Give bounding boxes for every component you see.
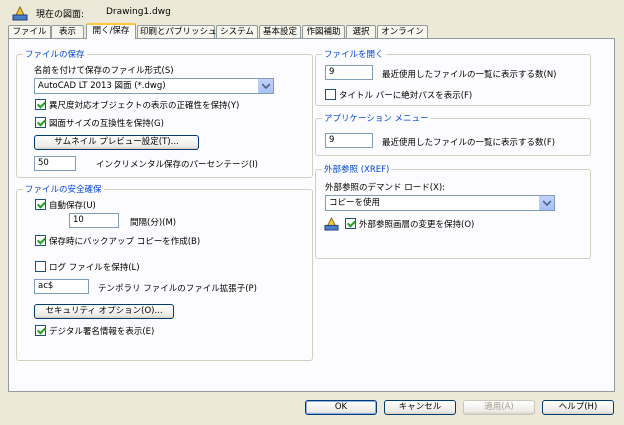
app-menu-recent-input[interactable]: 9 — [325, 133, 373, 148]
tab-display[interactable]: 表示 — [51, 25, 84, 38]
apply-button[interactable]: 適用(A) — [463, 400, 535, 415]
help-button[interactable]: ヘルプ(H) — [542, 400, 614, 415]
current-drawing-value: Drawing1.dwg — [106, 7, 171, 17]
app-menu-recent-label: 最近使用したファイルの一覧に表示する数(F) — [382, 138, 556, 148]
autosave-interval-label: 間隔(分)(M) — [130, 218, 177, 228]
tab-user-preferences[interactable]: 基本設定 — [259, 25, 301, 38]
annotative-label: 異尺度対応オブジェクトの表示の正確性を保持(Y) — [49, 101, 240, 111]
save-format-select[interactable]: AutoCAD LT 2013 図面 (*.dwg) — [34, 78, 274, 94]
digital-signature-label: デジタル署名情報を表示(E) — [49, 327, 155, 337]
temp-extension-label: テンポラリ ファイルのファイル拡張子(P) — [98, 284, 257, 294]
tab-plot-publish[interactable]: 印刷とパブリッシュ — [137, 25, 217, 38]
group-title: ファイルの保存 — [23, 48, 87, 60]
tab-system[interactable]: システム — [216, 25, 258, 38]
save-format-value: AutoCAD LT 2013 図面 (*.dwg) — [38, 81, 166, 91]
retain-xref-layer-label: 外部参照画層の変更を保持(O) — [359, 220, 475, 230]
security-options-button[interactable]: セキュリティ オプション(O)... — [34, 304, 174, 319]
tab-open-save[interactable]: 開く/保存 — [86, 23, 136, 39]
group-title: ファイルを開く — [322, 48, 386, 60]
backup-label: 保存時にバックアップ コピーを作成(B) — [49, 237, 201, 247]
drawing-file-icon — [12, 5, 28, 21]
log-file-label: ログ ファイルを保持(L) — [49, 263, 140, 273]
tab-selection[interactable]: 選択 — [346, 25, 376, 38]
xref-demand-load-label: 外部参照のデマンド ロード(X): — [325, 183, 446, 193]
retain-xref-layer-checkbox[interactable] — [345, 218, 356, 229]
digital-signature-checkbox[interactable] — [35, 325, 46, 336]
recent-files-input[interactable]: 9 — [325, 65, 373, 80]
temp-extension-input[interactable]: ac$ — [34, 279, 89, 294]
backup-checkbox[interactable] — [35, 235, 46, 246]
full-path-checkbox[interactable] — [325, 89, 336, 100]
xref-demand-load-value: コピーを使用 — [329, 198, 381, 208]
ok-button[interactable]: OK — [305, 400, 377, 415]
thumbnail-settings-button[interactable]: サムネイル プレビュー設定(T)... — [34, 135, 199, 150]
tab-drafting[interactable]: 作図補助 — [302, 25, 345, 38]
tab-panel: ファイルの保存 名前を付けて保存のファイル形式(S) AutoCAD LT 20… — [8, 38, 615, 392]
xref-drawing-icon — [324, 216, 339, 234]
tab-online[interactable]: オンライン — [377, 25, 428, 38]
chevron-down-icon[interactable] — [258, 79, 273, 93]
autosave-checkbox[interactable] — [35, 199, 46, 210]
autosave-interval-input[interactable]: 10 — [69, 213, 119, 228]
drawing-size-checkbox[interactable] — [35, 117, 46, 128]
log-file-checkbox[interactable] — [35, 261, 46, 272]
group-title: 外部参照 (XREF) — [322, 163, 392, 175]
incremental-save-label: インクリメンタル保存のパーセンテージ(I) — [96, 160, 258, 170]
xref-demand-load-select[interactable]: コピーを使用 — [325, 195, 555, 211]
recent-files-label: 最近使用したファイルの一覧に表示する数(N) — [382, 70, 557, 80]
cancel-button[interactable]: キャンセル — [384, 400, 456, 415]
group-title: ファイルの安全確保 — [23, 183, 104, 195]
drawing-size-label: 図面サイズの互換性を保持(G) — [49, 119, 164, 129]
save-format-label: 名前を付けて保存のファイル形式(S) — [34, 66, 174, 76]
group-title: アプリケーション メニュー — [322, 112, 431, 124]
current-drawing-label: 現在の図面: — [36, 10, 85, 20]
autosave-label: 自動保存(U) — [49, 201, 96, 211]
incremental-save-input[interactable]: 50 — [34, 156, 76, 171]
full-path-label: タイトル バーに絶対パスを表示(F) — [339, 91, 473, 101]
tab-files[interactable]: ファイル — [8, 25, 51, 38]
chevron-down-icon[interactable] — [539, 196, 554, 210]
annotative-checkbox[interactable] — [35, 99, 46, 110]
